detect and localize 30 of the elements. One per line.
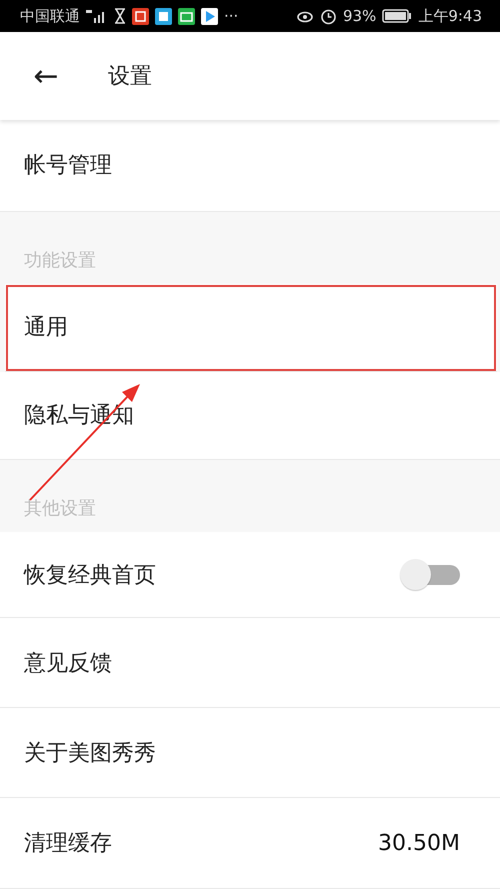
row-label: 帐号管理: [24, 152, 113, 180]
toggle-switch[interactable]: [400, 558, 460, 592]
settings-row[interactable]: 关于美图秀秀: [0, 708, 500, 798]
section-title: 其他设置: [23, 496, 97, 521]
row-label: 清理缓存: [24, 830, 113, 858]
battery-percent: 93%: [342, 7, 376, 26]
settings-row[interactable]: 帐号管理: [0, 120, 500, 212]
battery-icon: [382, 9, 412, 24]
row-label: 关于美图秀秀: [24, 740, 157, 768]
settings-row[interactable]: 清理缓存 30.50M: [0, 798, 500, 889]
tv-icon: [178, 8, 195, 25]
row-label: 通用: [24, 314, 69, 342]
highlighted-settings-row[interactable]: 通用: [5, 284, 497, 372]
alarm-icon: [320, 8, 337, 25]
clock: 上午9:43: [418, 6, 482, 26]
page-title: 设置: [108, 63, 152, 92]
row-label: 意见反馈: [24, 650, 113, 678]
settings-row[interactable]: 意见反馈: [0, 618, 500, 708]
play-icon: [201, 8, 218, 25]
settings-row[interactable]: 恢复经典首页: [0, 532, 500, 618]
section-title: 功能设置: [23, 248, 97, 273]
book-icon: [155, 8, 172, 25]
row-label: 恢复经典首页: [24, 562, 157, 590]
app-icon: [132, 8, 149, 25]
cache-size: 30.50M: [378, 830, 460, 856]
hourglass-icon: [114, 8, 126, 24]
more-notifications: ···: [224, 7, 238, 26]
back-button[interactable]: ←: [26, 58, 66, 94]
eye-icon: [296, 9, 314, 24]
carrier-name: 中国联通: [20, 6, 80, 26]
